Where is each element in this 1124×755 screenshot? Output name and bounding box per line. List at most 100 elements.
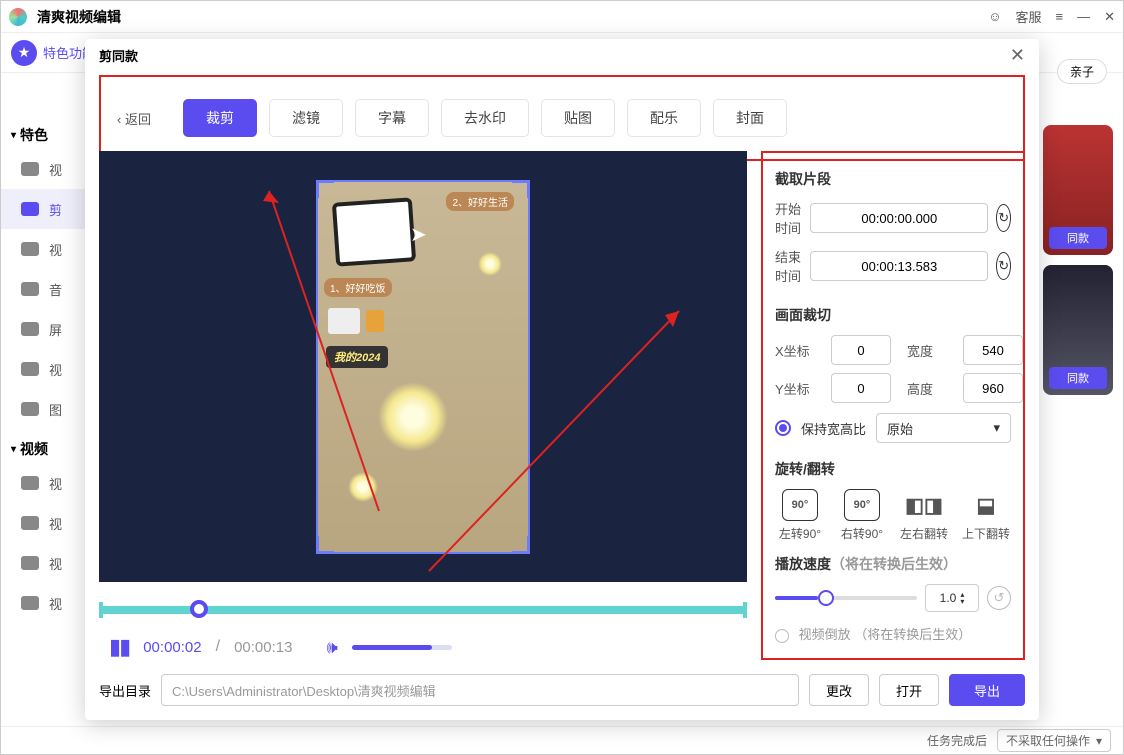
edit-modal: 剪同款 ✕ 返回 裁剪 滤镜 字幕 去水印 贴图 配乐 封面 [85, 39, 1039, 720]
close-icon[interactable]: ✕ [1104, 9, 1115, 25]
start-time-input[interactable] [810, 203, 988, 233]
sidebar-item[interactable]: 视 [1, 229, 89, 269]
preview-column: ➤ 2、好好生活 1、好好吃饭 我的2024 [99, 151, 747, 660]
status-action-select[interactable]: 不采取任何操作▾ [997, 729, 1111, 752]
reverse-radio[interactable] [775, 629, 789, 643]
speed-value[interactable]: 1.0▴▾ [925, 584, 979, 612]
app-title: 清爽视频编辑 [37, 7, 988, 27]
sidebar-item[interactable]: 音 [1, 269, 89, 309]
sidebar-group-video[interactable]: 视频 [1, 429, 89, 463]
sidebar-item[interactable]: 视 [1, 503, 89, 543]
rotate-left-button[interactable]: 90°左转90° [775, 489, 825, 542]
tab-filter[interactable]: 滤镜 [269, 99, 343, 137]
modal-header: 剪同款 ✕ [85, 39, 1039, 71]
flip-h-button[interactable]: ◧◨左右翻转 [899, 489, 949, 542]
tab-cover[interactable]: 封面 [713, 99, 787, 137]
width-input[interactable] [963, 335, 1023, 365]
total-time: 00:00:13 [234, 639, 292, 656]
reverse-row[interactable]: 视频倒放 （将在转换后生效） [775, 624, 1011, 643]
end-time-label: 结束时间 [775, 247, 802, 285]
editor-body: ➤ 2、好好生活 1、好好吃饭 我的2024 [99, 151, 1025, 660]
speed-heading: 播放速度（将在转换后生效） [775, 554, 1011, 574]
timeline[interactable] [99, 596, 747, 624]
crop-frame[interactable]: ➤ 2、好好生活 1、好好吃饭 我的2024 [318, 182, 528, 552]
height-input[interactable] [963, 373, 1023, 403]
back-link[interactable]: 返回 [117, 109, 161, 128]
crop-handle-tr[interactable] [512, 180, 530, 198]
template-strip: 同款 同款 [1033, 75, 1123, 724]
left-sidebar: 特色 视 剪 视 音 屏 视 图 视频 视 视 视 视 [1, 75, 89, 724]
media-icon [21, 516, 39, 530]
tab-subtitle[interactable]: 字幕 [355, 99, 429, 137]
set-end-button[interactable]: ↻ [996, 252, 1011, 280]
use-template-button[interactable]: 同款 [1049, 227, 1107, 249]
video-preview[interactable]: ➤ 2、好好生活 1、好好吃饭 我的2024 [99, 151, 747, 582]
y-input[interactable] [831, 373, 891, 403]
app-window: 清爽视频编辑 ☺ 客服 ≡ — ✕ ★ 特色功能 视 亲子 特色 视 剪 视 音… [0, 0, 1124, 755]
support-icon[interactable]: ☺ [988, 9, 1001, 24]
crop-handle-bl[interactable] [316, 536, 334, 554]
volume-slider[interactable] [352, 645, 452, 650]
speed-knob[interactable] [818, 590, 834, 606]
flip-v-button[interactable]: ⬓上下翻转 [961, 489, 1011, 542]
pause-icon [21, 596, 39, 610]
tab-watermark[interactable]: 去水印 [441, 99, 529, 137]
sidebar-item[interactable]: 视 [1, 149, 89, 189]
app-logo-icon [9, 8, 27, 26]
menu-icon[interactable]: ≡ [1056, 9, 1064, 24]
sidebar-item[interactable]: 视 [1, 463, 89, 503]
overlay-text: 1、好好吃饭 [324, 278, 392, 297]
crop-handle-tl[interactable] [316, 180, 334, 198]
export-path-input[interactable] [161, 674, 799, 706]
statusbar: 任务完成后 不采取任何操作▾ [1, 726, 1123, 754]
keep-ratio-radio[interactable] [775, 420, 791, 436]
template-thumb[interactable]: 同款 [1043, 265, 1113, 395]
timeline-start[interactable] [99, 602, 103, 618]
sidebar-item-cut[interactable]: 剪 [1, 189, 89, 229]
tab-music[interactable]: 配乐 [627, 99, 701, 137]
width-label: 宽度 [907, 341, 947, 360]
sidebar-item[interactable]: 视 [1, 583, 89, 623]
screen-icon [21, 322, 39, 336]
modal-footer: 导出目录 更改 打开 导出 [99, 674, 1025, 706]
sidebar-item[interactable]: 屏 [1, 309, 89, 349]
minimize-icon[interactable]: — [1077, 9, 1090, 24]
sidebar-item[interactable]: 视 [1, 349, 89, 389]
ratio-select[interactable]: 原始▾ [876, 413, 1011, 443]
sidebar-group-special[interactable]: 特色 [1, 115, 89, 149]
playback-controls: ▮▮ 00:00:02 / 00:00:13 🕪 [99, 634, 747, 660]
end-time-input[interactable] [810, 251, 988, 281]
open-dir-button[interactable]: 打开 [879, 674, 939, 706]
set-start-button[interactable]: ↻ [996, 204, 1011, 232]
export-dir-label: 导出目录 [99, 681, 151, 700]
timeline-handle[interactable] [190, 600, 208, 618]
use-template-button[interactable]: 同款 [1049, 367, 1107, 389]
speed-slider[interactable] [775, 596, 917, 600]
change-dir-button[interactable]: 更改 [809, 674, 869, 706]
image-icon [21, 402, 39, 416]
cursor-icon: ➤ [410, 222, 427, 247]
x-input[interactable] [831, 335, 891, 365]
settings-panel: 截取片段 开始时间 ↻ 结束时间 ↻ 画面裁切 X坐标 宽度 Y [761, 151, 1025, 660]
media-icon [21, 242, 39, 256]
person-icon [21, 556, 39, 570]
crop-handle-br[interactable] [512, 536, 530, 554]
speed-reset-button[interactable]: ↺ [987, 586, 1011, 610]
rotate-right-button[interactable]: 90°右转90° [837, 489, 887, 542]
light-orb [378, 382, 448, 452]
template-thumb[interactable]: 同款 [1043, 125, 1113, 255]
y-label: Y坐标 [775, 379, 815, 398]
image-icon [21, 202, 39, 216]
media-icon [21, 476, 39, 490]
support-label[interactable]: 客服 [1015, 7, 1041, 26]
sidebar-item[interactable]: 图 [1, 389, 89, 429]
timeline-end[interactable] [743, 602, 747, 618]
tab-crop[interactable]: 裁剪 [183, 99, 257, 137]
sidebar-item[interactable]: 视 [1, 543, 89, 583]
export-button[interactable]: 导出 [949, 674, 1025, 706]
volume-icon[interactable]: 🕪 [326, 637, 337, 658]
modal-close-icon[interactable]: ✕ [1010, 45, 1025, 66]
tab-sticker[interactable]: 贴图 [541, 99, 615, 137]
keep-ratio-label: 保持宽高比 [801, 419, 866, 438]
pause-button[interactable]: ▮▮ [109, 634, 129, 660]
